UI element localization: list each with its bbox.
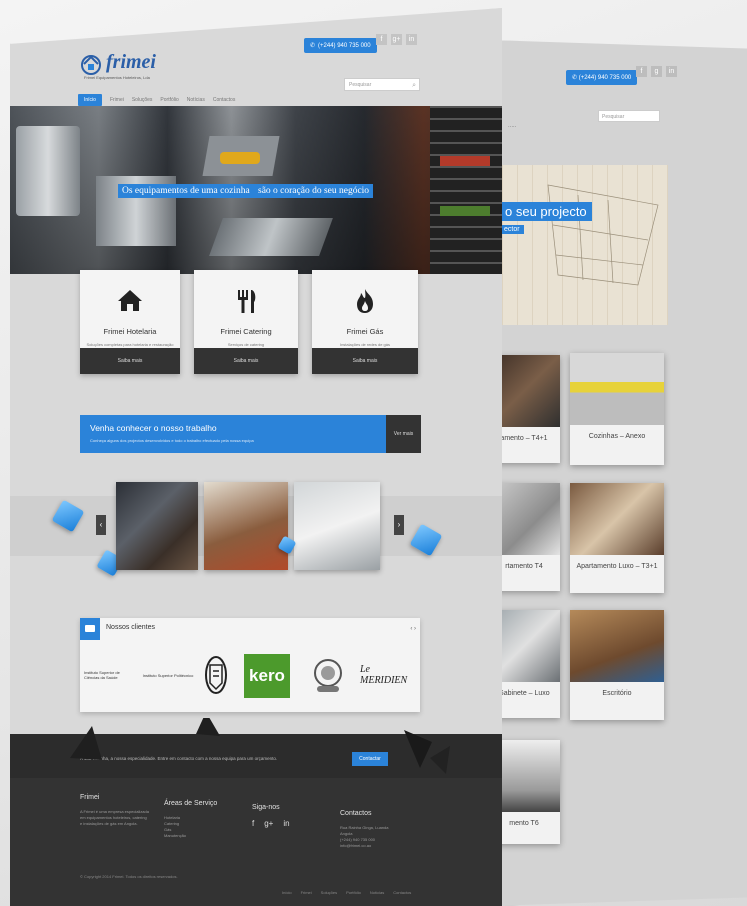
service-card-catering: Frimei Catering Serviços de catering Sai… [194, 270, 298, 374]
search-input[interactable]: Pesquisar ⌕ [344, 78, 420, 91]
nav-item-frimei[interactable]: Frimei [110, 97, 124, 103]
client-logo-crest[interactable] [200, 650, 232, 700]
clients-nav-arrows[interactable]: ‹ › [410, 626, 416, 632]
nav-item-noticias[interactable]: Notícias [187, 97, 205, 103]
footer-nav-item[interactable]: Soluções [321, 890, 337, 895]
back-page: ✆ (+244) 940 735 000 f g in Pesquisar ··… [488, 40, 747, 906]
linkedin-icon[interactable]: in [283, 819, 289, 828]
footer-col-contacts: Contactos Rua Rainha Ginga, Luanda Angol… [340, 810, 389, 848]
googleplus-icon[interactable]: g+ [264, 819, 273, 828]
cutlery-icon [194, 288, 298, 319]
banner-title: Venha conhecer o nosso trabalho [90, 423, 217, 433]
footer-copyright: © Copyright 2014 Frimei. Todos os direit… [80, 874, 178, 879]
banner-subtitle: Conheça alguns dos projectos desenvolvid… [90, 438, 254, 443]
facebook-icon[interactable]: f [252, 819, 254, 828]
client-logo-seal[interactable] [306, 650, 350, 700]
service-desc: Serviços de catering [227, 342, 265, 347]
logo-name: frimei [106, 51, 156, 73]
client-logo-lemeridien[interactable]: Le MERIDIEN [360, 650, 418, 700]
seal-icon [314, 659, 342, 692]
back-search-input[interactable]: Pesquisar [598, 110, 660, 122]
footer-col-social: Siga-nos f g+ in [252, 804, 290, 828]
footer-nav-item[interactable]: Frimei [301, 890, 312, 895]
service-card-hotelaria: Frimei Hotelaria Soluções completas para… [80, 270, 180, 374]
service-more-button[interactable]: Saiba mais [312, 348, 418, 374]
nav-item-inicio[interactable]: Início [78, 94, 102, 106]
header-social-icons: f g+ in [376, 34, 417, 45]
frimei-logo[interactable]: frimei Frimei Equipamentos Hoteleiros, L… [80, 51, 160, 83]
linkedin-icon[interactable]: in [406, 34, 417, 45]
cta-banner: Venha conhecer o nosso trabalho Conheça … [80, 415, 386, 453]
back-hero-subtitle: ector [500, 225, 524, 234]
footer: A sua cozinha, a nossa especialidade. En… [10, 718, 502, 906]
service-card-gas: Frimei Gás Instalações de redes de gás S… [312, 270, 418, 374]
linkedin-icon[interactable]: in [666, 66, 677, 77]
flame-icon [312, 288, 418, 319]
footer-col-title: Frimei [80, 794, 100, 801]
crest-icon [205, 656, 227, 694]
phone-icon: ✆ [310, 43, 316, 49]
footer-link[interactable]: Manutenção [164, 833, 217, 839]
logo-house-icon [81, 55, 101, 75]
phone-badge[interactable]: ✆ (+244) 940 735 000 [304, 38, 377, 53]
footer-nav-item[interactable]: Portfólio [346, 890, 361, 895]
service-title: Frimei Hotelaria [103, 327, 157, 336]
client-logo-kero[interactable]: kero [244, 654, 290, 698]
banner-button[interactable]: Ver mais [386, 415, 421, 453]
front-page: frimei Frimei Equipamentos Hoteleiros, L… [10, 8, 502, 906]
nav-item-contactos[interactable]: Contactos [213, 97, 236, 103]
carousel-thumb[interactable] [204, 482, 288, 570]
back-social-icons: f g in [636, 66, 677, 77]
clients-section: Nossos clientes ‹ › Instituto Superior d… [80, 618, 420, 712]
house-icon [80, 288, 180, 317]
googleplus-icon[interactable]: g [651, 66, 662, 77]
service-title: Frimei Gás [346, 327, 384, 336]
carousel-prev-arrow[interactable]: ‹ [96, 515, 106, 535]
service-more-button[interactable]: Saiba mais [80, 348, 180, 374]
portfolio-card[interactable]: Escritório [570, 610, 664, 720]
main-nav: Início Frimei Soluções Portfólio Notícia… [78, 94, 235, 106]
service-more-button[interactable]: Saiba mais [194, 348, 298, 374]
carousel-thumb[interactable] [294, 482, 380, 570]
blueprint-lines [547, 184, 659, 286]
footer-col-title: Áreas de Serviço [164, 800, 218, 807]
portfolio-card-label: Escritório [602, 690, 632, 697]
nav-item-portfolio[interactable]: Portfólio [160, 97, 178, 103]
footer-nav-item[interactable]: Contactos [393, 890, 411, 895]
service-desc: Soluções completas para hotelaria e rest… [86, 342, 174, 347]
carousel-next-arrow[interactable]: › [394, 515, 404, 535]
logo-subtitle: Frimei Equipamentos Hoteleiros, Lda [84, 75, 150, 80]
hero-caption-1: Os equipamentos de uma cozinha [118, 184, 254, 198]
footer-nav-item[interactable]: Início [282, 890, 292, 895]
googleplus-icon[interactable]: g+ [391, 34, 402, 45]
portfolio-card[interactable]: Apartamento Luxo – T3+1 [570, 483, 664, 593]
hero-caption-2: são o coração do seu negócio [254, 184, 374, 198]
facebook-icon[interactable]: f [376, 34, 387, 45]
footer-nav: Início Frimei Soluções Portfólio Notícia… [282, 890, 411, 895]
portfolio-card-label: Apartamento Luxo – T3+1 [576, 563, 658, 570]
footer-col-title: Siga-nos [252, 804, 280, 811]
footer-col-about: Frimei A Frimei é uma empresa especializ… [80, 794, 149, 826]
service-title: Frimei Catering [220, 327, 272, 336]
footer-col-title: Contactos [340, 810, 372, 817]
portfolio-card-label: Cozinhas – Anexo [588, 433, 646, 440]
back-hero-title: o seu projecto [500, 202, 592, 221]
client-logo-isp[interactable]: Instituto Superior Politécnico [140, 650, 196, 700]
client-logo-iscs[interactable]: Instituto Superior de Ciências da Saúde [84, 650, 136, 700]
back-phone-badge[interactable]: ✆ (+244) 940 735 000 [566, 70, 638, 85]
back-hero-image [488, 165, 668, 325]
nav-item-solucoes[interactable]: Soluções [132, 97, 153, 103]
footer-nav-item[interactable]: Notícias [370, 890, 384, 895]
search-icon[interactable]: ⌕ [412, 80, 416, 92]
service-desc: Instalações de redes de gás [339, 342, 391, 347]
portfolio-card[interactable]: Cozinhas – Anexo [570, 353, 664, 465]
footer-decor-triangles [70, 718, 450, 774]
back-nav-fragment: ····· [508, 124, 517, 130]
briefcase-icon [80, 618, 100, 640]
clients-title: Nossos clientes [106, 624, 156, 631]
carousel-thumb[interactable] [116, 482, 198, 570]
facebook-icon[interactable]: f [636, 66, 647, 77]
footer-col-services: Áreas de Serviço Hotelaria Catering Gás … [164, 800, 217, 839]
